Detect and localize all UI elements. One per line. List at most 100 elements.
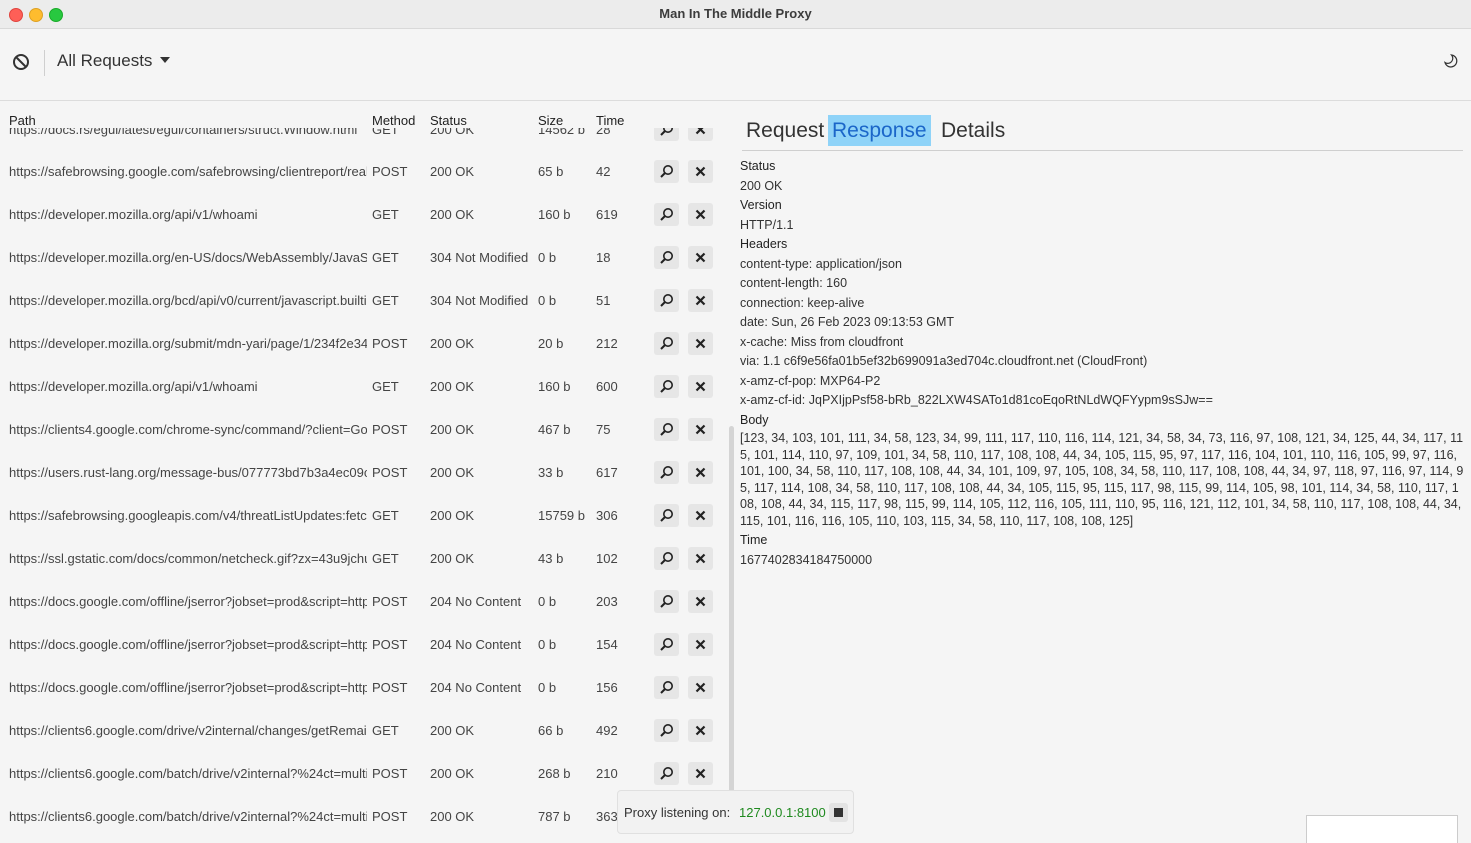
cell-time: 619 [596,207,618,222]
inspect-button[interactable] [654,289,679,312]
column-header-method[interactable]: Method [372,113,415,128]
table-row[interactable]: https://clients4.google.com/chrome-sync/… [0,408,725,451]
delete-button[interactable] [688,676,713,699]
stop-proxy-button[interactable] [829,803,848,822]
table-row[interactable]: https://docs.google.com/offline/jserror?… [0,666,725,709]
header-line: connection: keep-alive [740,295,865,310]
moon-icon[interactable] [1443,53,1459,69]
magnifier-icon [660,165,673,178]
tab-details[interactable]: Details [937,115,1009,146]
inspect-button[interactable] [654,676,679,699]
inspect-button[interactable] [654,203,679,226]
delete-button[interactable] [688,633,713,656]
table-row[interactable]: https://developer.mozilla.org/api/v1/who… [0,193,725,236]
inspect-button[interactable] [654,504,679,527]
cell-size: 160 b [538,379,571,394]
body-value: [123, 34, 103, 101, 111, 34, 58, 123, 34… [740,431,1464,528]
cell-time: 203 [596,594,618,609]
delete-button[interactable] [688,289,713,312]
version-value: HTTP/1.1 [740,217,794,232]
cell-method: GET [372,508,399,523]
cell-method: POST [372,336,408,351]
inspect-button[interactable] [654,246,679,269]
column-header-size[interactable]: Size [538,113,563,128]
table-header: Path Method Status Size Time [0,101,725,128]
inspect-button[interactable] [654,160,679,183]
table-row[interactable]: https://clients6.google.com/drive/v2inte… [0,709,725,752]
cell-path: https://clients4.google.com/chrome-sync/… [9,422,367,437]
inspect-button[interactable] [654,332,679,355]
scrollbar-thumb[interactable] [729,426,734,806]
body-label: Body [740,412,769,427]
cell-method: GET [372,379,399,394]
inspect-button[interactable] [654,633,679,656]
close-icon [695,338,706,349]
header-line: via: 1.1 c6f9e56fa01b5ef32b699091a3ed704… [740,354,1148,368]
close-icon [695,166,706,177]
close-icon [695,639,706,650]
delete-button[interactable] [688,762,713,785]
magnifier-icon [660,724,673,737]
delete-button[interactable] [688,160,713,183]
magnifier-icon [660,466,673,479]
inspect-button[interactable] [654,719,679,742]
table-row[interactable]: https://developer.mozilla.org/api/v1/who… [0,365,725,408]
column-header-path[interactable]: Path [9,113,36,128]
delete-button[interactable] [688,418,713,441]
cell-path: https://ssl.gstatic.com/docs/common/netc… [9,551,367,566]
table-row[interactable]: https://clients6.google.com/batch/drive/… [0,752,725,795]
cell-status: 204 No Content [430,594,522,609]
close-icon [695,510,706,521]
close-icon [695,295,706,306]
inspect-button[interactable] [654,375,679,398]
block-icon[interactable] [12,53,30,71]
stop-icon [834,808,843,817]
table-row[interactable]: https://docs.google.com/offline/jserror?… [0,623,725,666]
table-row[interactable]: https://safebrowsing.googleapis.com/v4/t… [0,494,725,537]
cell-time: 51 [596,293,611,308]
table-row[interactable]: https://safebrowsing.google.com/safebrow… [0,150,725,193]
delete-button[interactable] [688,375,713,398]
magnifier-icon [660,208,673,221]
inspect-button[interactable] [654,762,679,785]
magnifier-icon [660,337,673,350]
table-row[interactable]: https://developer.mozilla.org/submit/mdn… [0,322,725,365]
column-header-time[interactable]: Time [596,113,624,128]
status-label: Status [740,159,776,173]
header-line: x-amz-cf-id: JqPXIjpPsf58-bRb_822LXW4SAT… [740,393,1213,407]
table-row[interactable]: https://docs.google.com/offline/jserror?… [0,580,725,623]
table-row[interactable]: https://users.rust-lang.org/message-bus/… [0,451,725,494]
tab-response[interactable]: Response [828,115,931,146]
delete-button[interactable] [688,203,713,226]
window-thumbnail[interactable] [1306,815,1458,843]
cell-status: 200 OK [430,723,475,738]
inspect-button[interactable] [654,461,679,484]
cell-method: GET [372,207,399,222]
delete-button[interactable] [688,547,713,570]
cell-method: POST [372,164,408,179]
delete-button[interactable] [688,590,713,613]
inspect-button[interactable] [654,590,679,613]
cell-status: 200 OK [430,766,475,781]
cell-status: 304 Not Modified [430,293,529,308]
cell-size: 65 b [538,164,564,179]
header-line: content-length: 160 [740,276,848,290]
tab-divider [742,150,1463,151]
tab-request[interactable]: Request [742,115,828,146]
cell-method: POST [372,465,408,480]
delete-button[interactable] [688,461,713,484]
request-list-panel: Path Method Status Size Time https://doc… [0,101,735,842]
table-row[interactable]: https://developer.mozilla.org/en-US/docs… [0,236,725,279]
delete-button[interactable] [688,719,713,742]
request-filter-dropdown[interactable]: All Requests [57,51,171,71]
inspect-button[interactable] [654,418,679,441]
column-header-status[interactable]: Status [430,113,467,128]
cell-method: POST [372,809,408,824]
inspect-button[interactable] [654,547,679,570]
delete-button[interactable] [688,332,713,355]
table-row[interactable]: https://ssl.gstatic.com/docs/common/netc… [0,537,725,580]
delete-button[interactable] [688,504,713,527]
table-row[interactable]: https://developer.mozilla.org/bcd/api/v0… [0,279,725,322]
delete-button[interactable] [688,246,713,269]
close-icon [695,381,706,392]
